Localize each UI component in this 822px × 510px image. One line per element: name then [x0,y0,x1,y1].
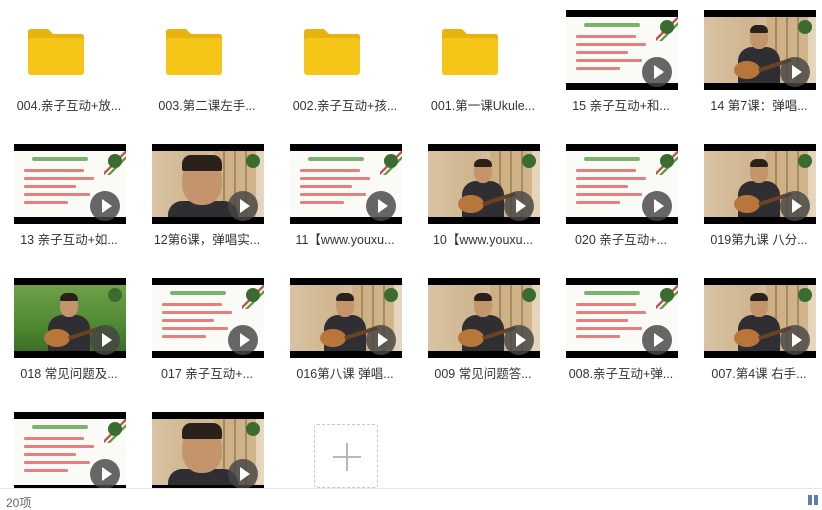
video-thumbnail [704,144,816,224]
item-label: 13 亲子互动+如... [20,233,118,247]
play-icon[interactable] [642,57,672,87]
folder-item[interactable]: 003.第二课左手... [138,0,276,125]
item-label: 008.亲子互动+弹... [568,367,674,381]
folder-icon [442,29,498,75]
play-icon[interactable] [642,325,672,355]
video-item[interactable]: 020 亲子互动+... [552,134,690,259]
item-label: 019第九课 八分... [710,233,808,247]
video-item[interactable]: 019第九课 八分... [690,134,822,259]
play-icon[interactable] [228,325,258,355]
play-icon[interactable] [780,57,810,87]
video-item[interactable]: 008.亲子互动+弹... [552,268,690,393]
video-item[interactable]: 15 亲子互动+和... [552,0,690,125]
folder-icon [304,29,360,75]
item-label: 14 第7课：弹唱... [710,99,808,113]
folder-icon [28,29,84,75]
video-item[interactable]: 018 常见问题及... [0,268,138,393]
play-icon[interactable] [90,459,120,489]
video-thumbnail [14,412,126,492]
item-label: 002.亲子互动+孩... [292,99,398,113]
video-thumbnail [290,278,402,358]
video-thumbnail [152,278,264,358]
play-icon[interactable] [90,325,120,355]
play-icon[interactable] [366,191,396,221]
item-label: 003.第二课左手... [158,99,256,113]
video-item[interactable]: 13 亲子互动+如... [0,134,138,259]
play-icon[interactable] [366,325,396,355]
video-item[interactable]: 009 常见问题答... [414,268,552,393]
item-label: 004.亲子互动+放... [16,99,122,113]
play-icon[interactable] [642,191,672,221]
video-item[interactable]: 10【www.youxu... [414,134,552,259]
item-label: 020 亲子互动+... [574,233,668,247]
video-item[interactable]: 007.第4课 右手... [690,268,822,393]
item-label: 016第八课 弹唱... [296,367,394,381]
video-thumbnail [152,144,264,224]
add-button[interactable] [314,424,378,488]
video-item[interactable]: 016第八课 弹唱... [276,268,414,393]
view-toggle-icon[interactable] [808,495,818,505]
video-thumbnail [428,278,540,358]
video-item[interactable]: 12第6课，弹唱实... [138,134,276,259]
video-item[interactable]: 14 第7课：弹唱... [690,0,822,125]
play-icon[interactable] [780,191,810,221]
status-bar: 20项 [0,488,822,510]
video-item[interactable]: 11【www.youxu... [276,134,414,259]
play-icon[interactable] [228,459,258,489]
video-thumbnail [428,144,540,224]
video-thumbnail [290,144,402,224]
item-label: 017 亲子互动+... [160,367,254,381]
video-thumbnail [704,10,816,90]
play-icon[interactable] [504,325,534,355]
item-label: 15 亲子互动+和... [572,99,670,113]
file-grid: 004.亲子互动+放... 003.第二课左手... 002.亲子互动+孩... 00… [0,0,822,492]
item-label: 001.第一课Ukule... [430,99,536,113]
item-label: 11【www.youxu... [295,233,395,247]
item-label: 009 常见问题答... [434,367,532,381]
video-thumbnail [14,144,126,224]
play-icon[interactable] [90,191,120,221]
item-label: 12第6课，弹唱实... [153,233,261,247]
item-label: 10【www.youxu... [432,233,534,247]
video-thumbnail [152,412,264,492]
video-thumbnail [704,278,816,358]
video-item[interactable]: 017 亲子互动+... [138,268,276,393]
item-label: 007.第4课 右手... [711,367,807,381]
folder-icon [166,29,222,75]
folder-item[interactable]: 001.第一课Ukule... [414,0,552,125]
folder-item[interactable]: 002.亲子互动+孩... [276,0,414,125]
video-thumbnail [566,144,678,224]
video-thumbnail [566,278,678,358]
play-icon[interactable] [228,191,258,221]
item-label: 018 常见问题及... [20,367,118,381]
folder-item[interactable]: 004.亲子互动+放... [0,0,138,125]
play-icon[interactable] [504,191,534,221]
video-thumbnail [566,10,678,90]
item-count: 20项 [6,496,32,510]
play-icon[interactable] [780,325,810,355]
video-thumbnail [14,278,126,358]
